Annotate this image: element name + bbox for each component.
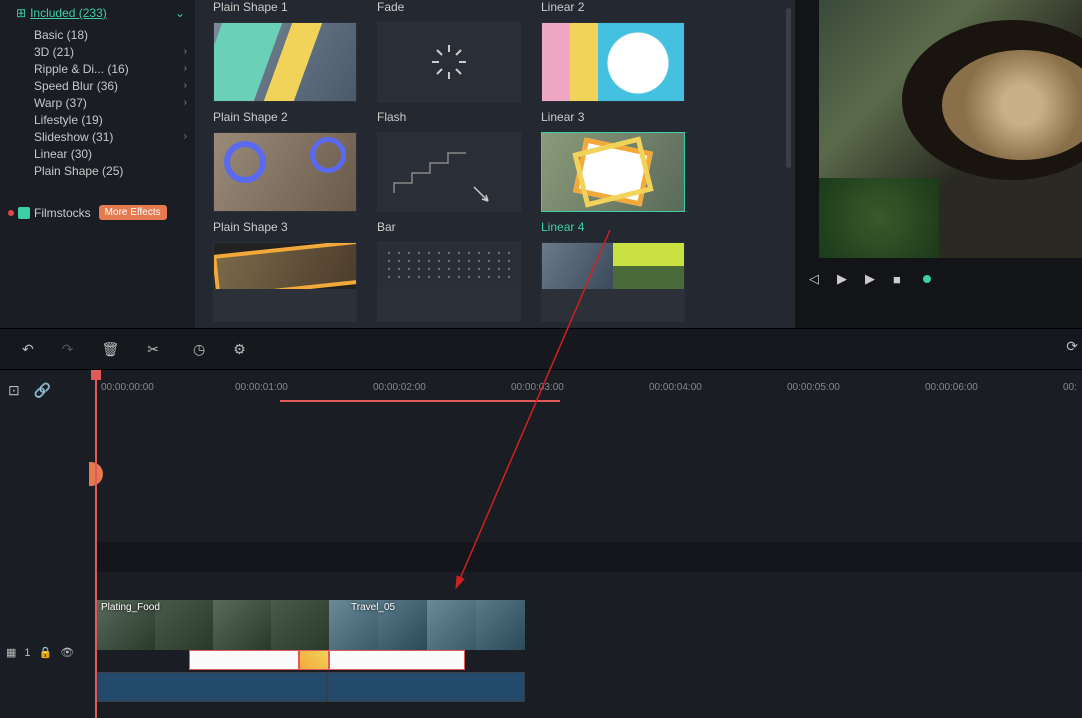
clip-label: Plating_Food [101,602,160,613]
thumb-plain-shape-2[interactable] [213,22,357,102]
stop-button[interactable]: ■ [893,272,901,287]
more-effects-button[interactable]: More Effects [99,205,167,220]
tick: 00:00:06:00 [925,382,978,393]
category-item-ripple[interactable]: Ripple & Di... (16)› [0,60,195,77]
category-header-label: Included (233) [30,6,175,20]
track-spacer [95,542,1082,572]
video-clip-2[interactable]: Travel_05 [329,600,525,650]
video-clip-1[interactable]: Plating_Food [97,600,329,650]
tick: 00:00:05:00 [787,382,840,393]
thumb-label: Plain Shape 3 [213,220,357,234]
thumb-label: Linear 4 [541,220,685,234]
thumb-linear-4[interactable] [541,132,685,212]
thumb-linear-3[interactable] [541,22,685,102]
settings-button[interactable]: ⚙ [233,341,246,358]
category-item-3d[interactable]: 3D (21)› [0,43,195,60]
chevron-right-icon: › [184,46,187,57]
filmstocks-link[interactable]: Filmstocks More Effects [0,197,195,228]
lock-icon[interactable]: 🔒 [39,646,53,659]
undo-button[interactable]: ↶ [22,341,34,358]
time-ruler[interactable]: 00:00:00:00 00:00:01:00 00:00:02:00 00:0… [95,370,1082,402]
thumb-plain-shape-5[interactable] [213,242,357,322]
visibility-icon[interactable]: 👁 [60,646,74,659]
thumb-dots[interactable] [377,242,521,322]
prev-frame-button[interactable]: ◁ [809,271,819,287]
tick: 00:00:04:00 [649,382,702,393]
grid-icon: ⊞ [16,6,26,20]
audio-clip-1[interactable] [97,672,327,702]
clip-label: Travel_05 [351,602,395,613]
play-button[interactable]: ▶ [837,271,847,287]
category-item-lifestyle[interactable]: Lifestyle (19) [0,111,195,128]
filmstocks-label: Filmstocks [34,206,91,220]
category-item-warp[interactable]: Warp (37)› [0,94,195,111]
thumb-label: Plain Shape 1 [213,0,357,14]
track-count: 1 [24,647,30,659]
redo-button[interactable]: ↷ [62,341,74,358]
transition-thumb[interactable] [299,650,329,670]
preview-panel: ◁ ▶ ▶ ■ [795,0,1082,328]
tick: 00:00:03:00 [511,382,564,393]
record-indicator-icon [923,275,931,283]
tick: 00:00:02:00 [373,382,426,393]
audio-clip-2[interactable] [327,672,525,702]
chevron-right-icon: › [184,63,187,74]
render-button[interactable]: ⟳ [1066,338,1078,355]
chevron-right-icon: › [184,97,187,108]
delete-button[interactable]: 🗑 [101,341,119,358]
category-header-included[interactable]: ⊞ Included (233) ⌄ [0,4,195,26]
snap-button[interactable]: ⊡ [8,382,20,399]
preview-video [819,0,1082,258]
transition-left[interactable] [189,650,299,670]
playhead[interactable] [95,370,97,718]
duration-button[interactable]: ◷ [193,341,205,358]
link-button[interactable]: 🔗 [34,382,51,399]
transition-right[interactable] [329,650,465,670]
category-item-speedblur[interactable]: Speed Blur (36)› [0,77,195,94]
category-item-plainshape[interactable]: Plain Shape (25) [0,162,195,179]
category-item-basic[interactable]: Basic (18) [0,26,195,43]
track-layers-icon: ▦ [6,646,16,659]
category-item-linear[interactable]: Linear (30) [0,145,195,162]
filmstocks-icon [18,207,30,219]
thumb-label: Bar [377,220,521,234]
timeline-toolbar: ↶ ↷ 🗑 ✂ ◷ ⚙ [0,328,1082,370]
next-frame-button[interactable]: ▶ [865,271,875,287]
thumb-label: Fade [377,0,521,14]
timeline: ⊡ 🔗 ▦ 1 🔒 👁 00:00:00:00 00:00:01:00 00:0… [0,370,1082,718]
category-item-slideshow[interactable]: Slideshow (31)› [0,128,195,145]
thumb-plain-shape-3[interactable] [213,132,357,212]
tick: 00: [1063,382,1077,393]
tick: 00:00:00:00 [101,382,154,393]
notification-dot-icon [8,210,14,216]
effects-gallery: Plain Shape 1 Fade Linear 2 Plain Shape … [195,0,795,328]
thumb-linear-5[interactable] [541,242,685,322]
chevron-right-icon: › [184,80,187,91]
thumb-flash[interactable] [377,22,521,102]
chevron-down-icon: ⌄ [175,6,185,20]
gallery-scrollbar[interactable] [786,8,791,168]
thumb-label: Linear 3 [541,110,685,124]
thumb-bar[interactable] [377,132,521,212]
split-button[interactable]: ✂ [147,341,159,358]
chevron-right-icon: › [184,131,187,142]
thumb-label: Plain Shape 2 [213,110,357,124]
tick: 00:00:01:00 [235,382,288,393]
thumb-label: Linear 2 [541,0,685,14]
thumb-label: Flash [377,110,521,124]
category-sidebar: ⊞ Included (233) ⌄ Basic (18) 3D (21)› R… [0,0,195,328]
